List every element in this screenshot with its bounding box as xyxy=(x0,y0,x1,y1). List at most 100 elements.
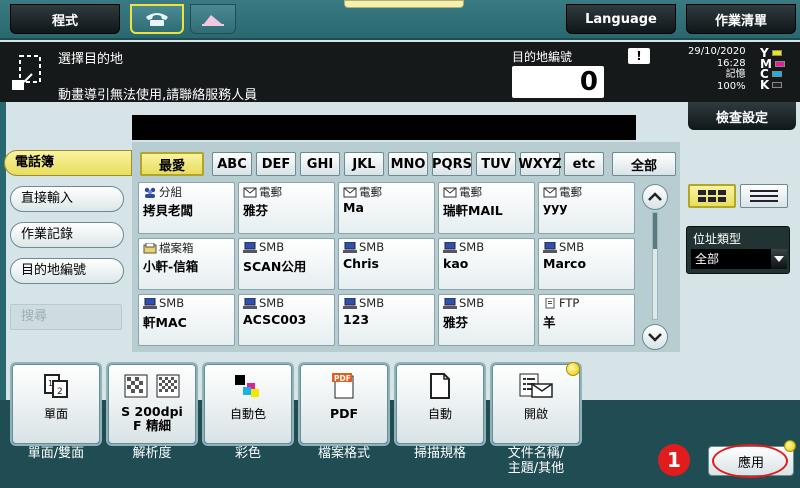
color-tile[interactable]: 自動色 xyxy=(204,364,292,444)
toner-k-bar xyxy=(772,81,783,88)
color-label: 彩色 xyxy=(234,446,261,461)
index-def[interactable]: DEF xyxy=(256,152,296,176)
left-edge xyxy=(0,102,6,400)
index-mno-label: MNO xyxy=(390,156,426,172)
address-card[interactable]: 電郵 yyy xyxy=(538,182,635,234)
index-wxyz[interactable]: WXYZ xyxy=(518,152,562,176)
simplex-duplex-tile[interactable]: 21 單面 xyxy=(12,364,100,444)
grid-view-button[interactable] xyxy=(688,184,736,208)
language-button[interactable]: Language xyxy=(566,4,676,34)
program-label: 程式 xyxy=(51,13,78,29)
document-name-tile[interactable]: 開啟 xyxy=(492,364,580,444)
toner-c-bar xyxy=(771,71,782,78)
card-name: 羊 xyxy=(543,315,556,330)
address-type-dropdown[interactable] xyxy=(771,249,787,269)
chevron-down-icon xyxy=(648,333,662,342)
color-icon xyxy=(235,375,259,397)
scan-size-tile[interactable]: 自動 xyxy=(396,364,484,444)
index-ghi[interactable]: GHI xyxy=(300,152,340,176)
job-list-button[interactable]: 作業清單 xyxy=(686,4,796,34)
nav-search-label: 搜尋 xyxy=(21,309,48,324)
apply-button[interactable]: 應用 xyxy=(708,446,794,476)
address-card[interactable]: SMB 123 xyxy=(338,294,435,346)
index-tuv[interactable]: TUV xyxy=(476,152,516,176)
program-button[interactable]: 程式 xyxy=(10,4,120,34)
address-card[interactable]: SMB SCAN公用 xyxy=(238,238,335,290)
ftp-icon xyxy=(545,297,555,308)
grid-view-icon xyxy=(698,190,726,202)
destination-document-icon xyxy=(12,55,41,90)
toner-m-bar xyxy=(774,60,785,67)
card-name: 拷貝老闆 xyxy=(143,203,194,218)
nav-destination-number[interactable]: 目的地編號 xyxy=(10,258,124,284)
index-mno[interactable]: MNO xyxy=(388,152,428,176)
card-type-label: SMB xyxy=(559,240,585,254)
scroll-up-button[interactable] xyxy=(642,184,668,210)
index-tuv-label: TUV xyxy=(481,156,511,172)
address-card[interactable]: SMB Chris xyxy=(338,238,435,290)
card-type: SMB xyxy=(343,240,384,254)
nav-search[interactable]: 搜尋 xyxy=(10,304,122,330)
scrollbar-track[interactable] xyxy=(652,212,658,320)
card-type: SMB xyxy=(143,296,184,310)
index-wxyz-label: WXYZ xyxy=(518,156,562,172)
search-bar xyxy=(132,115,636,140)
nav-job-history[interactable]: 作業記錄 xyxy=(10,222,124,248)
address-card[interactable]: SMB ACSC003 xyxy=(238,294,335,346)
scroll-down-button[interactable] xyxy=(642,324,668,350)
file-format-tile[interactable]: PDF PDF xyxy=(300,364,388,444)
fax-mode-button[interactable] xyxy=(130,4,184,34)
computer-icon xyxy=(143,297,157,309)
address-card[interactable]: SMB 雅芬 xyxy=(438,294,535,346)
computer-icon xyxy=(343,297,357,309)
address-card[interactable]: SMB kao xyxy=(438,238,535,290)
index-pqrs[interactable]: PQRS xyxy=(432,152,472,176)
computer-icon xyxy=(343,241,357,253)
resolution-tile[interactable]: S 200dpi F 精細 xyxy=(108,364,196,444)
address-card[interactable]: 分組 拷貝老闆 xyxy=(138,182,235,234)
file-format-value: PDF xyxy=(329,406,359,421)
tile-icon xyxy=(109,371,195,401)
address-card[interactable]: 檔案箱 小軒-信箱 xyxy=(138,238,235,290)
address-card[interactable]: FTP 羊 xyxy=(538,294,635,346)
card-name: ACSC003 xyxy=(243,312,307,327)
address-type-value[interactable]: 全部 xyxy=(691,249,771,269)
toner-status: Y M C K xyxy=(760,47,785,91)
card-type: FTP xyxy=(543,296,579,310)
nav-address-book[interactable]: 電話簿 xyxy=(4,150,132,176)
card-name: SCAN公用 xyxy=(243,259,307,274)
address-card[interactable]: SMB Marco xyxy=(538,238,635,290)
card-name: Marco xyxy=(543,256,587,271)
card-type-label: 電郵 xyxy=(459,185,482,199)
address-type-selector[interactable]: 位址類型 全部 xyxy=(686,226,790,274)
index-favorites[interactable]: 最愛 xyxy=(140,152,204,176)
address-card[interactable]: 電郵 雅芬 xyxy=(238,182,335,234)
nav-direct-input-label: 直接輸入 xyxy=(21,191,74,206)
address-card[interactable]: SMB 軒MAC xyxy=(138,294,235,346)
scrollbar-thumb[interactable] xyxy=(653,213,657,249)
address-card[interactable]: 電郵 瑞軒MAIL xyxy=(438,182,535,234)
nav-direct-input[interactable]: 直接輸入 xyxy=(10,186,124,212)
check-settings-button[interactable]: 檢查設定 xyxy=(688,102,796,130)
message-area: 選擇目的地 動畫導引無法使用,請聯絡服務人員 目的地編號 0 ! 29/10/2… xyxy=(0,42,800,103)
address-card[interactable]: 電郵 Ma xyxy=(338,182,435,234)
warning-icon[interactable]: ! xyxy=(628,48,650,64)
index-etc-label: etc xyxy=(572,156,596,172)
panel-handle[interactable] xyxy=(344,0,464,8)
status-date: 29/10/2020 xyxy=(688,46,746,57)
index-abc[interactable]: ABC xyxy=(212,152,252,176)
list-view-icon xyxy=(750,190,778,202)
check-settings-label: 檢查設定 xyxy=(715,110,768,126)
email-icon xyxy=(343,187,357,197)
index-jkl[interactable]: JKL xyxy=(344,152,384,176)
list-view-button[interactable] xyxy=(740,184,788,208)
index-abc-label: ABC xyxy=(217,156,247,172)
telephone-icon xyxy=(146,13,168,26)
index-ghi-label: GHI xyxy=(306,156,334,172)
email-icon xyxy=(243,187,257,197)
card-type-label: FTP xyxy=(559,296,580,310)
scan-mode-button[interactable] xyxy=(190,4,236,34)
card-type-label: 分組 xyxy=(159,185,182,199)
index-all[interactable]: 全部 xyxy=(612,152,676,176)
index-etc[interactable]: etc xyxy=(564,152,604,176)
